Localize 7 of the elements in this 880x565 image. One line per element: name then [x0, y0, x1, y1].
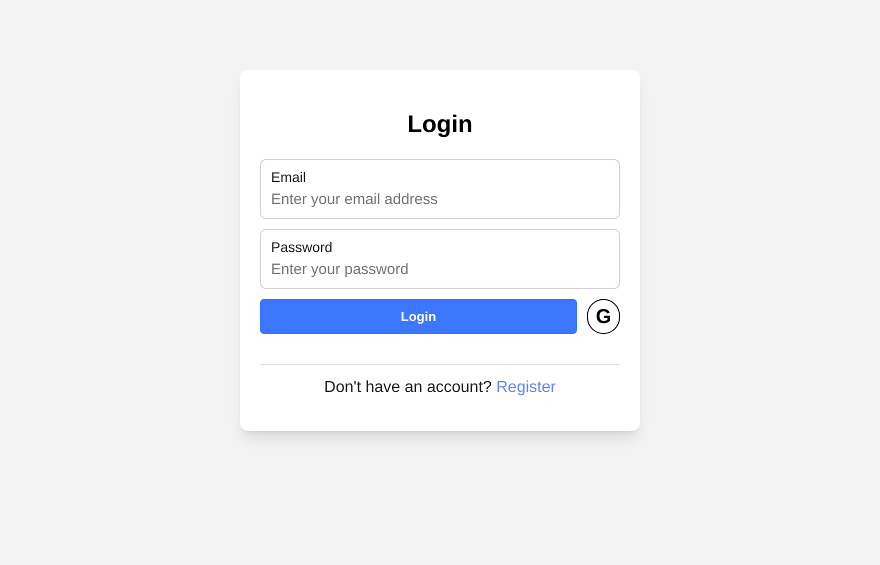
field-label: Password: [271, 238, 332, 256]
signup-prompt: Don't have an account?: [324, 379, 492, 396]
register-link[interactable]: Register: [496, 379, 556, 396]
login-button[interactable]: Login: [260, 299, 577, 334]
field-label: Email: [271, 168, 306, 186]
google-button[interactable]: G: [587, 299, 620, 334]
login-title: Login: [406, 110, 474, 140]
